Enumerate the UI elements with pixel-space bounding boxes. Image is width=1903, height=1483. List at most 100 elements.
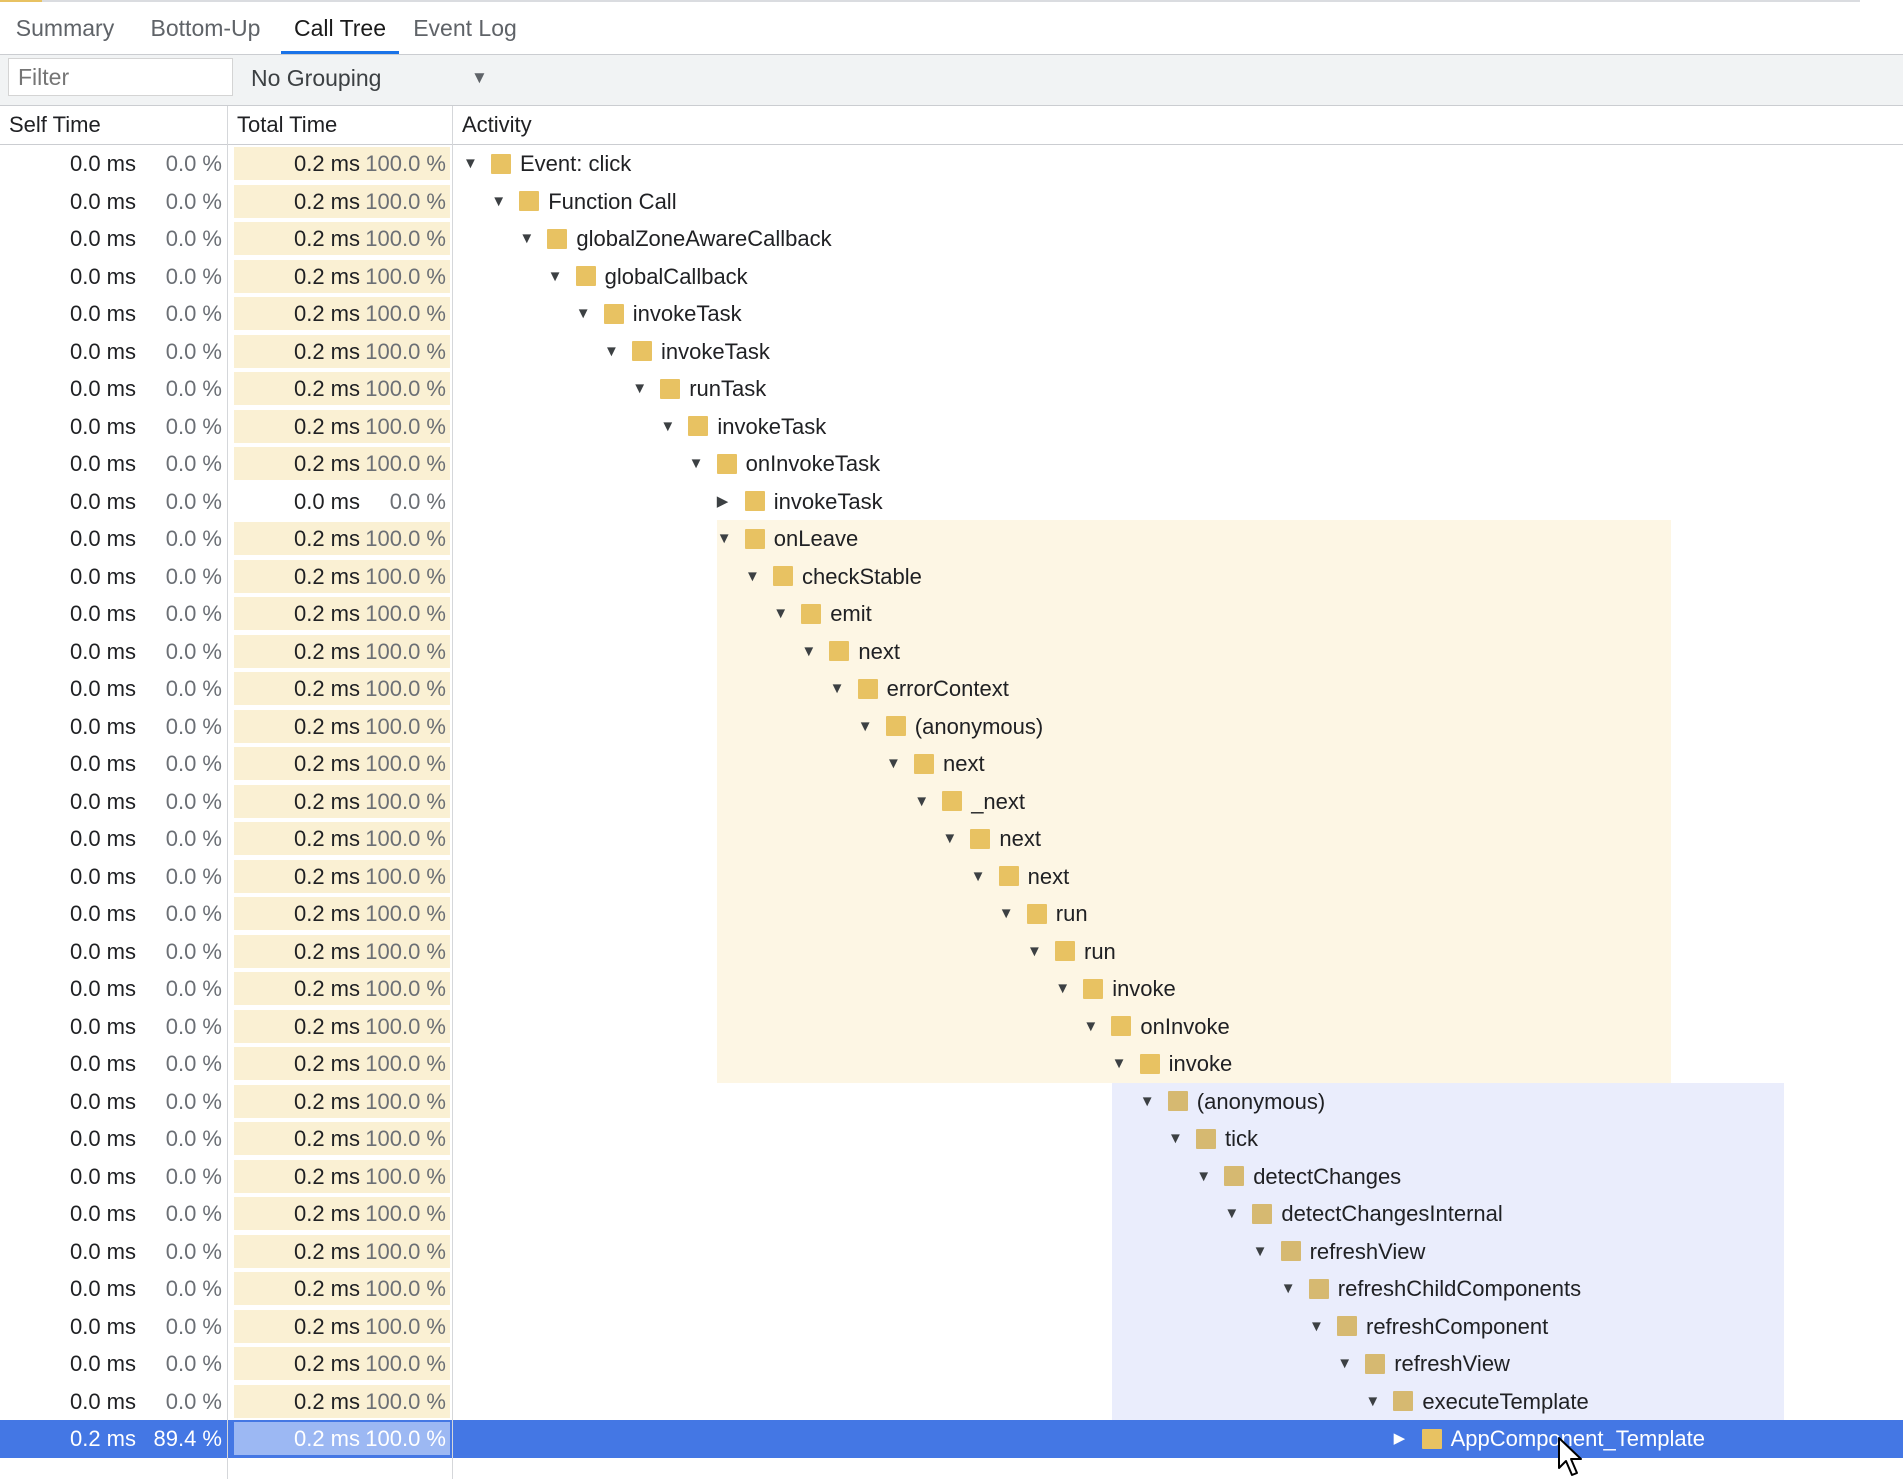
category-square-icon bbox=[1111, 1016, 1131, 1036]
expanded-triangle-icon[interactable]: ▼ bbox=[1309, 1308, 1337, 1346]
tab-call-tree[interactable]: Call Tree bbox=[281, 2, 399, 54]
expanded-triangle-icon[interactable]: ▼ bbox=[914, 783, 942, 821]
table-row[interactable]: 0.0 ms0.0 %0.2 ms100.0 %▼globalZoneAware… bbox=[0, 220, 1903, 258]
activity-cell: ▼refreshChildComponents bbox=[1281, 1270, 1581, 1308]
expanded-triangle-icon[interactable]: ▼ bbox=[576, 295, 604, 333]
column-total-time[interactable]: Total Time bbox=[228, 106, 452, 144]
table-row[interactable]: 0.0 ms0.0 %0.2 ms100.0 %▼detectChangesIn… bbox=[0, 1195, 1903, 1233]
tab-summary[interactable]: Summary bbox=[0, 2, 130, 54]
table-row[interactable]: 0.0 ms0.0 %0.2 ms100.0 %▼invokeTask bbox=[0, 295, 1903, 333]
total-time-pct: 100.0 % bbox=[362, 408, 446, 446]
total-time-pct: 100.0 % bbox=[362, 1270, 446, 1308]
expanded-triangle-icon[interactable]: ▼ bbox=[660, 408, 688, 446]
expanded-triangle-icon[interactable]: ▼ bbox=[717, 520, 745, 558]
expanded-triangle-icon[interactable]: ▼ bbox=[548, 258, 576, 296]
expanded-triangle-icon[interactable]: ▼ bbox=[1055, 970, 1083, 1008]
expanded-triangle-icon[interactable]: ▼ bbox=[632, 370, 660, 408]
table-row[interactable]: 0.0 ms0.0 %0.2 ms100.0 %▼next bbox=[0, 858, 1903, 896]
filter-input[interactable] bbox=[8, 58, 233, 96]
expanded-triangle-icon[interactable]: ▼ bbox=[1224, 1195, 1252, 1233]
expanded-triangle-icon[interactable]: ▼ bbox=[491, 183, 519, 221]
expanded-triangle-icon[interactable]: ▼ bbox=[830, 670, 858, 708]
table-row[interactable]: 0.0 ms0.0 %0.2 ms100.0 %▼invokeTask bbox=[0, 408, 1903, 446]
column-activity[interactable]: Activity bbox=[453, 106, 1903, 144]
expanded-triangle-icon[interactable]: ▼ bbox=[1083, 1008, 1111, 1046]
self-time-ms: 0.0 ms bbox=[40, 1345, 136, 1383]
table-row[interactable]: 0.0 ms0.0 %0.2 ms100.0 %▼next bbox=[0, 820, 1903, 858]
table-row[interactable]: 0.0 ms0.0 %0.2 ms100.0 %▼refreshView bbox=[0, 1345, 1903, 1383]
expanded-triangle-icon[interactable]: ▼ bbox=[999, 895, 1027, 933]
expanded-triangle-icon[interactable]: ▼ bbox=[519, 220, 547, 258]
table-row[interactable]: 0.0 ms0.0 %0.2 ms100.0 %▼executeTemplate bbox=[0, 1383, 1903, 1421]
expanded-triangle-icon[interactable]: ▼ bbox=[604, 333, 632, 371]
activity-cell: ▼refreshView bbox=[1253, 1233, 1426, 1271]
expanded-triangle-icon[interactable]: ▼ bbox=[1027, 933, 1055, 971]
activity-cell: ▼invoke bbox=[1055, 970, 1176, 1008]
expanded-triangle-icon[interactable]: ▼ bbox=[971, 858, 999, 896]
expanded-triangle-icon[interactable]: ▼ bbox=[801, 633, 829, 671]
table-row[interactable]: 0.0 ms0.0 %0.2 ms100.0 %▼_next bbox=[0, 783, 1903, 821]
table-row[interactable]: 0.0 ms0.0 %0.2 ms100.0 %▼next bbox=[0, 633, 1903, 671]
table-row[interactable]: 0.0 ms0.0 %0.2 ms100.0 %▼errorContext bbox=[0, 670, 1903, 708]
table-row[interactable]: 0.0 ms0.0 %0.2 ms100.0 %▼refreshChildCom… bbox=[0, 1270, 1903, 1308]
column-self-time[interactable]: Self Time bbox=[0, 106, 227, 144]
table-row[interactable]: 0.0 ms0.0 %0.2 ms100.0 %▼Function Call bbox=[0, 183, 1903, 221]
table-row[interactable]: 0.0 ms0.0 %0.2 ms100.0 %▼refreshComponen… bbox=[0, 1308, 1903, 1346]
expanded-triangle-icon[interactable]: ▼ bbox=[1168, 1120, 1196, 1158]
expanded-triangle-icon[interactable]: ▼ bbox=[1365, 1383, 1393, 1421]
expanded-triangle-icon[interactable]: ▼ bbox=[1196, 1158, 1224, 1196]
total-time-ms: 0.2 ms bbox=[250, 1008, 360, 1046]
expanded-triangle-icon[interactable]: ▼ bbox=[1112, 1045, 1140, 1083]
table-row[interactable]: 0.0 ms0.0 %0.2 ms100.0 %▼emit bbox=[0, 595, 1903, 633]
self-time-ms: 0.0 ms bbox=[40, 145, 136, 183]
self-time-ms: 0.0 ms bbox=[40, 333, 136, 371]
expanded-triangle-icon[interactable]: ▼ bbox=[858, 708, 886, 746]
column-header: Self Time Total Time Activity bbox=[0, 106, 1903, 145]
table-row[interactable]: 0.0 ms0.0 %0.2 ms100.0 %▼Event: click bbox=[0, 145, 1903, 183]
total-time-ms: 0.2 ms bbox=[250, 933, 360, 971]
table-row[interactable]: 0.0 ms0.0 %0.2 ms100.0 %▼tick bbox=[0, 1120, 1903, 1158]
table-row[interactable]: 0.0 ms0.0 %0.2 ms100.0 %▼onInvoke bbox=[0, 1008, 1903, 1046]
expanded-triangle-icon[interactable]: ▼ bbox=[1140, 1083, 1168, 1121]
activity-cell: ▼refreshView bbox=[1337, 1345, 1510, 1383]
expanded-triangle-icon[interactable]: ▼ bbox=[1253, 1233, 1281, 1271]
expanded-triangle-icon[interactable]: ▼ bbox=[745, 558, 773, 596]
table-row[interactable]: 0.0 ms0.0 %0.2 ms100.0 %▼checkStable bbox=[0, 558, 1903, 596]
expanded-triangle-icon[interactable]: ▼ bbox=[942, 820, 970, 858]
table-row[interactable]: 0.0 ms0.0 %0.2 ms100.0 %▼refreshView bbox=[0, 1233, 1903, 1271]
table-row[interactable]: 0.0 ms0.0 %0.2 ms100.0 %▼detectChanges bbox=[0, 1158, 1903, 1196]
self-time-pct: 0.0 % bbox=[140, 558, 222, 596]
activity-cell: ▼executeTemplate bbox=[1365, 1383, 1588, 1421]
total-time-ms: 0.2 ms bbox=[250, 408, 360, 446]
table-row[interactable]: 0.0 ms0.0 %0.2 ms100.0 %▼(anonymous) bbox=[0, 708, 1903, 746]
tab-bottom-up[interactable]: Bottom-Up bbox=[130, 2, 281, 54]
table-row[interactable]: 0.0 ms0.0 %0.2 ms100.0 %▼onLeave bbox=[0, 520, 1903, 558]
table-row[interactable]: 0.0 ms0.0 %0.2 ms100.0 %▼invokeTask bbox=[0, 333, 1903, 371]
table-row[interactable]: 0.0 ms0.0 %0.2 ms100.0 %▼next bbox=[0, 745, 1903, 783]
grouping-select[interactable]: No Grouping ▼ bbox=[251, 59, 491, 97]
collapsed-triangle-icon[interactable]: ▶ bbox=[717, 483, 745, 521]
table-row[interactable]: 0.0 ms0.0 %0.2 ms100.0 %▼invoke bbox=[0, 970, 1903, 1008]
collapsed-triangle-icon[interactable]: ▶ bbox=[1394, 1420, 1422, 1458]
expanded-triangle-icon[interactable]: ▼ bbox=[1337, 1345, 1365, 1383]
category-square-icon bbox=[1083, 979, 1103, 999]
table-row[interactable]: 0.0 ms0.0 %0.2 ms100.0 %▼run bbox=[0, 895, 1903, 933]
expanded-triangle-icon[interactable]: ▼ bbox=[773, 595, 801, 633]
expanded-triangle-icon[interactable]: ▼ bbox=[689, 445, 717, 483]
table-row[interactable]: 0.0 ms0.0 %0.2 ms100.0 %▼run bbox=[0, 933, 1903, 971]
expanded-triangle-icon[interactable]: ▼ bbox=[463, 145, 491, 183]
table-row[interactable]: 0.0 ms0.0 %0.2 ms100.0 %▼onInvokeTask bbox=[0, 445, 1903, 483]
self-time-pct: 89.4 % bbox=[140, 1420, 222, 1458]
table-row[interactable]: 0.0 ms0.0 %0.2 ms100.0 %▼globalCallback bbox=[0, 258, 1903, 296]
table-row[interactable]: 0.2 ms89.4 %0.2 ms100.0 %▶AppComponent_T… bbox=[0, 1420, 1903, 1458]
table-row[interactable]: 0.0 ms0.0 %0.2 ms100.0 %▼invoke bbox=[0, 1045, 1903, 1083]
self-time-ms: 0.0 ms bbox=[40, 783, 136, 821]
expanded-triangle-icon[interactable]: ▼ bbox=[886, 745, 914, 783]
expanded-triangle-icon[interactable]: ▼ bbox=[1281, 1270, 1309, 1308]
table-row[interactable]: 0.0 ms0.0 %0.2 ms100.0 %▼runTask bbox=[0, 370, 1903, 408]
table-row[interactable]: 0.0 ms0.0 %0.0 ms0.0 %▶invokeTask bbox=[0, 483, 1903, 521]
tab-event-log[interactable]: Event Log bbox=[399, 2, 531, 54]
category-square-icon bbox=[886, 716, 906, 736]
table-row[interactable]: 0.0 ms0.0 %0.2 ms100.0 %▼(anonymous) bbox=[0, 1083, 1903, 1121]
activity-name: emit bbox=[830, 601, 872, 626]
